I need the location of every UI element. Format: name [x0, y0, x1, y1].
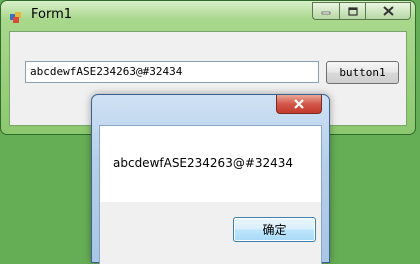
caption-buttons [312, 2, 411, 20]
message-area: abcdewfASE234263@#32434 [100, 126, 321, 202]
maximize-button[interactable] [339, 2, 365, 20]
app-window-icon [10, 9, 22, 23]
window-title: Form1 [31, 7, 73, 22]
window-close-button[interactable] [365, 2, 411, 20]
dialog-body: abcdewfASE234263@#32434 确定 [99, 125, 322, 264]
button1[interactable]: button1 [326, 61, 399, 84]
message-box: abcdewfASE234263@#32434 确定 [91, 94, 330, 264]
text-input[interactable]: abcdewfASE234263@#32434 [25, 61, 319, 83]
minimize-icon [321, 11, 331, 15]
maximize-icon [347, 6, 358, 16]
dialog-close-button[interactable] [276, 95, 322, 114]
message-text: abcdewfASE234263@#32434 [113, 156, 294, 170]
close-icon [294, 99, 304, 109]
minimize-button[interactable] [312, 2, 339, 20]
ok-button[interactable]: 确定 [233, 217, 316, 242]
close-icon [382, 6, 394, 16]
